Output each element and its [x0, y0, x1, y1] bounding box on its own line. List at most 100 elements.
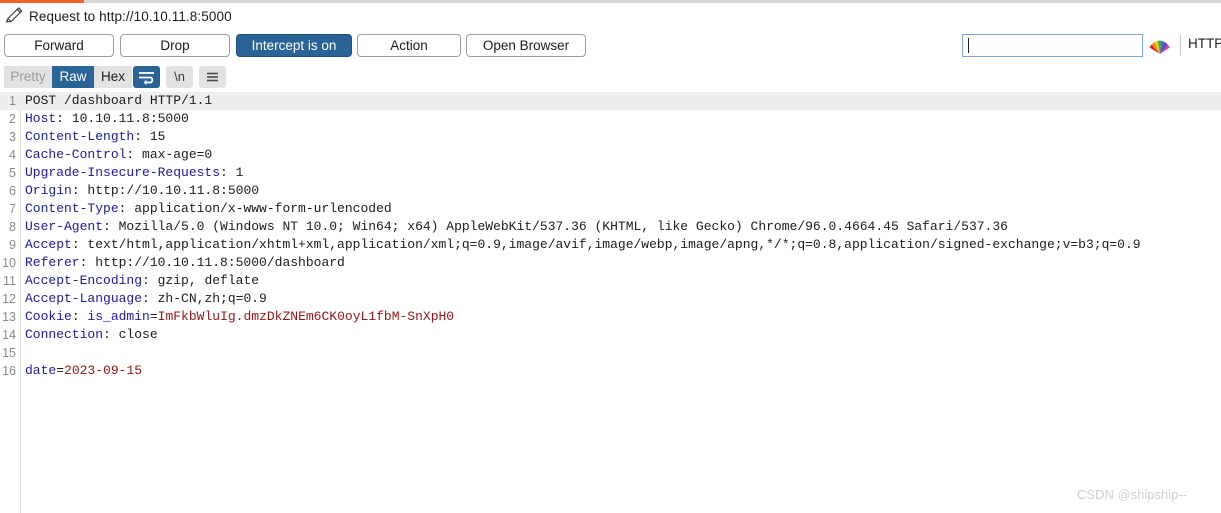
code-line[interactable]: 9 Accept: text/html,application/xhtml+xml… — [0, 236, 1221, 254]
line-content: POST /dashboard HTTP/1.1 — [25, 92, 212, 110]
token: : 15 — [134, 129, 166, 144]
line-number: 6 — [9, 184, 16, 198]
code-line[interactable]: 16 date=2023-09-15 — [0, 362, 1221, 380]
newline-label: \n — [174, 69, 185, 84]
newline-toggle-icon[interactable]: \n — [166, 66, 193, 88]
token: Host — [25, 111, 57, 126]
line-number: 2 — [9, 112, 16, 126]
line-content: Accept: text/html,application/xhtml+xml,… — [25, 236, 1141, 254]
token: is_admin — [87, 309, 150, 324]
line-number: 12 — [2, 292, 16, 306]
line-content: Referer: http://10.10.11.8:5000/dashboar… — [25, 254, 345, 272]
token: Cookie — [25, 309, 72, 324]
code-line[interactable]: 8 User-Agent: Mozilla/5.0 (Windows NT 10.… — [0, 218, 1221, 236]
open-browser-button[interactable]: Open Browser — [466, 34, 586, 57]
line-content: Upgrade-Insecure-Requests: 1 — [25, 164, 243, 182]
code-line[interactable]: 4 Cache-Control: max-age=0 — [0, 146, 1221, 164]
code-line[interactable]: 10 Referer: http://10.10.11.8:5000/dashbo… — [0, 254, 1221, 272]
token: : gzip, deflate — [142, 273, 260, 288]
code-line[interactable]: 1 POST /dashboard HTTP/1.1 — [0, 92, 1221, 110]
drop-button[interactable]: Drop — [120, 34, 230, 57]
tab-pretty[interactable]: Pretty — [4, 66, 52, 88]
hamburger-menu-icon[interactable] — [199, 66, 226, 88]
code-line[interactable]: 14 Connection: close — [0, 326, 1221, 344]
word-wrap-icon[interactable] — [133, 66, 160, 88]
intercept-toggle-button[interactable]: Intercept is on — [236, 34, 352, 57]
protocol-label: HTTP — [1188, 36, 1221, 51]
text-caret — [968, 38, 969, 53]
tab-hex[interactable]: Hex — [94, 66, 132, 88]
toolbar-divider — [1180, 35, 1181, 56]
line-number: 3 — [9, 130, 16, 144]
line-number: 7 — [9, 202, 16, 216]
token: Connection — [25, 327, 104, 342]
code-line[interactable]: 3 Content-Length: 15 — [0, 128, 1221, 146]
token: Content-Type — [25, 201, 119, 216]
intercept-toolbar: Forward Drop Intercept is on Action Open… — [0, 31, 1221, 61]
search-input[interactable] — [962, 34, 1143, 57]
token: : Mozilla/5.0 (Windows NT 10.0; Win64; x… — [103, 219, 1008, 234]
token: date — [25, 363, 57, 378]
line-content: date=2023-09-15 — [25, 362, 142, 380]
code-line[interactable]: 7 Content-Type: application/x-www-form-ur… — [0, 200, 1221, 218]
raw-request-editor[interactable]: 1 POST /dashboard HTTP/1.1 2 Host: 10.10.11… — [0, 92, 1221, 513]
line-content: Connection: close — [25, 326, 158, 344]
token: Accept-Encoding — [25, 273, 143, 288]
token: : http://10.10.11.8:5000 — [71, 183, 260, 198]
token: : close — [103, 327, 158, 342]
token: Upgrade-Insecure-Requests — [25, 165, 221, 180]
code-line[interactable]: 5 Upgrade-Insecure-Requests: 1 — [0, 164, 1221, 182]
action-button[interactable]: Action — [357, 34, 461, 57]
message-view-toolbar: Pretty Raw Hex \n — [0, 62, 1221, 92]
tab-raw[interactable]: Raw — [52, 66, 94, 88]
line-content: Cookie: is_admin=ImFkbWluIg.dmzDkZNEm6CK… — [25, 308, 454, 326]
line-number: 4 — [9, 148, 16, 162]
search-field-wrapper[interactable] — [962, 34, 1143, 57]
token: Accept — [25, 237, 72, 252]
token: Content-Length — [25, 129, 135, 144]
line-content: User-Agent: Mozilla/5.0 (Windows NT 10.0… — [25, 218, 1008, 236]
watermark: CSDN @shipship-- — [1077, 487, 1187, 502]
token: Referer — [25, 255, 80, 270]
token: ImFkbWluIg.dmzDkZNEm6CK0oyL1fbM-SnXpH0 — [157, 309, 455, 324]
forward-button[interactable]: Forward — [4, 34, 114, 57]
line-number: 14 — [2, 328, 16, 342]
token: = — [56, 363, 65, 378]
line-content: Origin: http://10.10.11.8:5000 — [25, 182, 259, 200]
line-content: Cache-Control: max-age=0 — [25, 146, 212, 164]
code-line[interactable]: 13 Cookie: is_admin=ImFkbWluIg.dmzDkZNEm6… — [0, 308, 1221, 326]
token: : — [71, 309, 88, 324]
line-content: Content-Length: 15 — [25, 128, 165, 146]
token: : http://10.10.11.8:5000/dashboard — [79, 255, 345, 270]
line-number: 8 — [9, 220, 16, 234]
line-content: Accept-Encoding: gzip, deflate — [25, 272, 259, 290]
token: Accept-Language — [25, 291, 143, 306]
token: : 10.10.11.8:5000 — [56, 111, 189, 126]
line-number: 16 — [2, 364, 16, 378]
line-number: 10 — [2, 256, 16, 270]
token: : max-age=0 — [126, 147, 213, 162]
code-line[interactable]: 15 — [0, 344, 1221, 362]
line-number: 5 — [9, 166, 16, 180]
code-line[interactable]: 2 Host: 10.10.11.8:5000 — [0, 110, 1221, 128]
token: 2023-09-15 — [64, 363, 143, 378]
token: Origin — [25, 183, 72, 198]
pencil-icon — [5, 7, 23, 23]
code-line-list: 1 POST /dashboard HTTP/1.1 2 Host: 10.10.11… — [0, 92, 1221, 380]
token: POST /dashboard HTTP/1.1 — [25, 93, 213, 108]
token: : application/x-www-form-urlencoded — [118, 201, 392, 216]
line-number: 11 — [3, 274, 16, 288]
line-content: Content-Type: application/x-www-form-url… — [25, 200, 392, 218]
line-content: Accept-Language: zh-CN,zh;q=0.9 — [25, 290, 267, 308]
token: : text/html,application/xhtml+xml,applic… — [71, 237, 1141, 252]
line-number: 1 — [9, 94, 16, 108]
code-line[interactable]: 6 Origin: http://10.10.11.8:5000 — [0, 182, 1221, 200]
token: User-Agent — [25, 219, 104, 234]
rainbow-fan-icon[interactable] — [1148, 34, 1172, 56]
code-line[interactable]: 12 Accept-Language: zh-CN,zh;q=0.9 — [0, 290, 1221, 308]
line-number: 9 — [9, 238, 16, 252]
token: : zh-CN,zh;q=0.9 — [142, 291, 267, 306]
token: Cache-Control — [25, 147, 127, 162]
code-line[interactable]: 11 Accept-Encoding: gzip, deflate — [0, 272, 1221, 290]
request-title-bar: Request to http://10.10.11.8:5000 — [0, 3, 1221, 29]
